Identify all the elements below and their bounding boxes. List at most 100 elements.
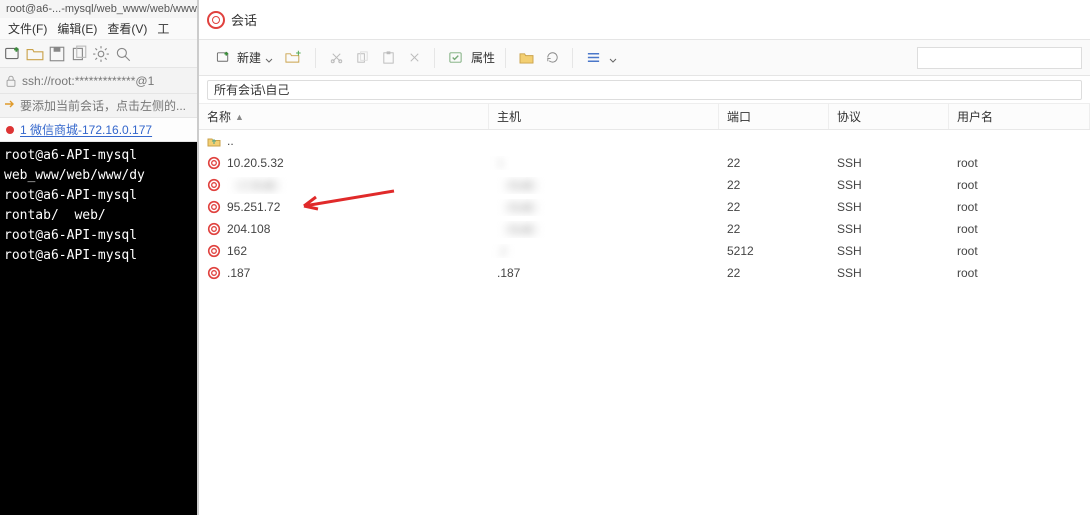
separator: [315, 48, 316, 68]
address-text: ssh://root:*************@1: [22, 74, 154, 88]
lock-icon: [4, 74, 18, 88]
menu-file[interactable]: 文件(F): [4, 18, 51, 39]
sessions-dialog: 会话 新建 属性 所有会话\自己: [198, 0, 1090, 515]
session-proto: SSH: [829, 266, 949, 280]
session-row[interactable]: 162 .2 5212SSHroot: [199, 240, 1090, 262]
session-port: 5212: [719, 244, 829, 258]
session-host: 1: [497, 156, 504, 170]
chevron-down-icon: [265, 54, 273, 62]
session-name: 162: [227, 244, 247, 258]
separator: [505, 48, 506, 68]
dialog-titlebar: 会话: [199, 0, 1090, 40]
new-session-toolbar-icon: [213, 48, 233, 68]
session-port: 22: [719, 200, 829, 214]
window-title-crumb: root@a6-...-mysql/web_www/web/www/dy...: [0, 0, 197, 18]
session-proto: SSH: [829, 200, 949, 214]
session-port: 22: [719, 222, 829, 236]
search-input[interactable]: [917, 47, 1082, 69]
session-icon: [207, 178, 221, 192]
new-button-label: 新建: [237, 49, 261, 66]
folder-up-icon: [207, 134, 221, 148]
hint-arrow-icon: [4, 98, 16, 113]
session-icon: [207, 222, 221, 236]
session-row[interactable]: 10.20.5.32 1 22SSHroot: [199, 152, 1090, 174]
menubar: 文件(F) 编辑(E) 查看(V) 工: [0, 18, 197, 40]
session-name: 10.20.5.32: [227, 156, 284, 170]
session-icon: [207, 200, 221, 214]
session-user: root: [949, 178, 1090, 192]
up-label: ..: [227, 134, 234, 148]
menu-tools[interactable]: 工: [153, 18, 173, 39]
properties-icon[interactable]: [445, 48, 465, 68]
delete-icon[interactable]: [404, 48, 424, 68]
view-list-icon[interactable]: [583, 48, 603, 68]
session-host: （隐藏）: [497, 201, 545, 215]
save-icon[interactable]: [48, 45, 66, 63]
folder-icon[interactable]: [516, 48, 536, 68]
session-tab[interactable]: 1 微信商城-172.16.0.177: [20, 121, 152, 138]
session-name: 95.251.72: [227, 200, 280, 214]
separator: [572, 48, 573, 68]
session-user: root: [949, 266, 1090, 280]
main-toolbar: [0, 40, 197, 68]
new-folder-icon[interactable]: [285, 48, 305, 68]
session-tabs: 1 微信商城-172.16.0.177: [0, 118, 197, 142]
session-user: root: [949, 156, 1090, 170]
search-icon[interactable]: [114, 45, 132, 63]
paste-icon[interactable]: [378, 48, 398, 68]
session-proto: SSH: [829, 156, 949, 170]
hint-bar: 要添加当前会话，点击左侧的...: [0, 94, 197, 118]
path-text: 所有会话\自己: [214, 81, 289, 98]
refresh-icon[interactable]: [542, 48, 562, 68]
path-row: 所有会话\自己: [199, 76, 1090, 104]
session-icon: [207, 266, 221, 280]
session-user: root: [949, 244, 1090, 258]
copy-icon[interactable]: [70, 45, 88, 63]
new-session-icon[interactable]: [4, 45, 22, 63]
session-port: 22: [719, 156, 829, 170]
session-icon: [207, 156, 221, 170]
session-port: 22: [719, 266, 829, 280]
menu-edit[interactable]: 编辑(E): [53, 18, 101, 39]
session-port: 22: [719, 178, 829, 192]
separator: [434, 48, 435, 68]
col-header-user[interactable]: 用户名: [949, 104, 1090, 129]
session-name: 204.108: [227, 222, 270, 236]
session-host: （隐藏）: [497, 179, 545, 193]
properties-label[interactable]: 属性: [471, 49, 495, 66]
address-bar[interactable]: ssh://root:*************@1: [0, 68, 197, 94]
app-logo-icon: [207, 11, 225, 29]
session-host: .2: [497, 244, 507, 258]
dialog-toolbar: 新建 属性: [199, 40, 1090, 76]
session-row[interactable]: （已隐藏）（隐藏）22SSHroot: [199, 174, 1090, 196]
session-name: .187: [227, 266, 250, 280]
cut-icon[interactable]: [326, 48, 346, 68]
col-header-host[interactable]: 主机: [489, 104, 719, 129]
sort-asc-icon: ▲: [235, 112, 244, 122]
session-row[interactable]: 95.251.72 （隐藏） 22SSHroot: [199, 196, 1090, 218]
grid-body: ..10.20.5.32122SSHroot（已隐藏）（隐藏）22SSHroot…: [199, 130, 1090, 515]
col-header-port[interactable]: 端口: [719, 104, 829, 129]
col-header-name[interactable]: 名称 ▲: [199, 104, 489, 129]
session-user: root: [949, 200, 1090, 214]
open-icon[interactable]: [26, 45, 44, 63]
settings-icon[interactable]: [92, 45, 110, 63]
path-box[interactable]: 所有会话\自己: [207, 80, 1082, 100]
session-host: （隐藏）: [497, 223, 545, 237]
session-host: .187: [497, 266, 520, 280]
session-proto: SSH: [829, 244, 949, 258]
main-app-pane: root@a6-...-mysql/web_www/web/www/dy... …: [0, 0, 198, 515]
hint-text: 要添加当前会话，点击左侧的...: [20, 97, 186, 114]
new-button[interactable]: 新建: [207, 46, 279, 70]
up-row[interactable]: ..: [199, 130, 1090, 152]
dialog-title: 会话: [231, 10, 257, 29]
session-row[interactable]: .187 .187 22SSHroot: [199, 262, 1090, 284]
menu-view[interactable]: 查看(V): [103, 18, 151, 39]
chevron-down-icon[interactable]: [609, 54, 617, 62]
col-header-proto[interactable]: 协议: [829, 104, 949, 129]
tab-status-dot: [6, 126, 14, 134]
session-name: （已隐藏）: [227, 177, 287, 194]
copy-icon[interactable]: [352, 48, 372, 68]
terminal[interactable]: root@a6-API-mysql web_www/web/www/dy roo…: [0, 142, 197, 515]
session-row[interactable]: 204.108（隐藏）22SSHroot: [199, 218, 1090, 240]
